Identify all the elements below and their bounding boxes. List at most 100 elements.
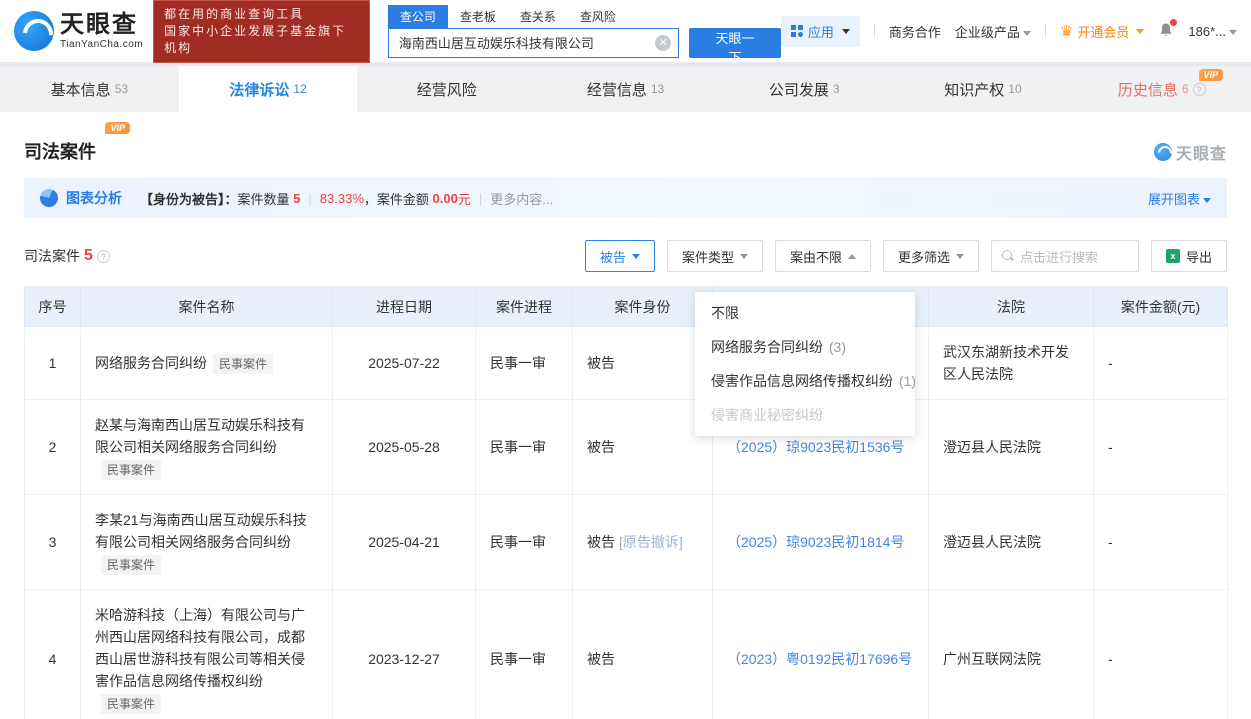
business-coop-link[interactable]: 商务合作 bbox=[889, 22, 941, 41]
filter-button-0[interactable]: 被告 bbox=[584, 240, 655, 272]
dropdown-item-0[interactable]: 不限 bbox=[695, 296, 915, 330]
chart-analysis-link[interactable]: 图表分析 bbox=[66, 188, 122, 208]
enterprise-products-link[interactable]: 企业级产品 bbox=[955, 22, 1031, 41]
divider bbox=[1044, 24, 1046, 38]
case-type-tag: 民事案件 bbox=[213, 354, 274, 374]
dropdown-item-label: 不限 bbox=[711, 305, 739, 321]
cell-case-progress: 民事一审 bbox=[475, 589, 573, 719]
chevron-down-icon bbox=[1203, 197, 1211, 203]
chevron-down-icon bbox=[1022, 30, 1031, 36]
export-button[interactable]: x 导出 bbox=[1150, 240, 1227, 272]
top-header: 天眼查 TianYanCha.com 都在用的商业查询工具 国家中小企业发展子基… bbox=[0, 0, 1251, 65]
search-tab-3[interactable]: 查风险 bbox=[568, 5, 628, 28]
search-button[interactable]: 天眼一下 bbox=[689, 27, 781, 65]
amount-label: 案件金额 bbox=[376, 191, 429, 207]
dropdown-item-1[interactable]: 网络服务合同纠纷 (3) bbox=[695, 330, 915, 364]
cell-role: 被告 bbox=[572, 326, 713, 400]
export-label: 导出 bbox=[1185, 249, 1212, 265]
filter-button-1[interactable]: 案件类型 bbox=[666, 240, 763, 272]
cell-case-number: （2025）琼9023民初1814号 bbox=[712, 494, 929, 590]
more-content-link[interactable]: 更多内容... bbox=[490, 189, 553, 208]
divider: | bbox=[478, 190, 483, 206]
cell-progress-date: 2025-04-21 bbox=[332, 494, 476, 590]
cell-case-name: 米哈游科技（上海）有限公司与广州西山居网络科技有限公司，成都西山居世游科技有限公… bbox=[80, 589, 333, 719]
excel-icon: x bbox=[1165, 249, 1180, 263]
chevron-down-icon bbox=[1136, 28, 1145, 34]
cases-table: 序号 案件名称 进程日期 案件进程 案件身份 法院 案件金额(元) 1 网络服务合同纠纷 民事案… bbox=[24, 286, 1228, 719]
cell-case-name: 赵某与海南西山居互动娱乐科技有限公司相关网络服务合同纠纷民事案件 bbox=[80, 399, 333, 495]
role-text: 被告 bbox=[587, 439, 615, 455]
nav-tab-4[interactable]: 公司发展 3 bbox=[715, 66, 894, 112]
amount-unit: 元 bbox=[457, 191, 471, 207]
nav-tab-count: 6 bbox=[1181, 82, 1189, 96]
promo-line2: 国家中小企业发展子基金旗下机构 bbox=[164, 23, 347, 55]
search-tab-1[interactable]: 查老板 bbox=[448, 5, 508, 28]
cell-case-number: （2023）粤0192民初17696号 bbox=[712, 589, 929, 719]
role-text: 被告 bbox=[587, 651, 615, 667]
nav-tab-3[interactable]: 经营信息 13 bbox=[536, 66, 715, 112]
cell-index: 3 bbox=[24, 494, 81, 590]
filter-button-3[interactable]: 更多筛选 bbox=[882, 240, 979, 272]
filter-button-2[interactable]: 案由不限 bbox=[774, 240, 871, 272]
logo[interactable]: 天眼查 TianYanCha.com bbox=[14, 11, 143, 51]
dropdown-item-2[interactable]: 侵害作品信息网络传播权纠纷 (1) bbox=[695, 364, 916, 398]
page: 天眼查 TianYanCha.com 都在用的商业查询工具 国家中小企业发展子基… bbox=[0, 0, 1251, 719]
chevron-down-icon bbox=[841, 28, 850, 34]
search-placeholder: 点击进行搜索 bbox=[1019, 249, 1098, 265]
filter-button-label: 案由不限 bbox=[789, 249, 842, 265]
notification-bell-icon[interactable] bbox=[1158, 18, 1178, 41]
nav-tab-count: 3 bbox=[832, 82, 840, 96]
case-number-link[interactable]: （2025）琼9023民初1814号 bbox=[727, 534, 904, 550]
role-text: 被告 bbox=[587, 534, 615, 550]
cell-case-progress: 民事一审 bbox=[475, 326, 573, 400]
nav-tab-2[interactable]: 经营风险 bbox=[357, 66, 536, 112]
page-title: 司法案件 bbox=[24, 142, 96, 162]
cell-court: 武汉东湖新技术开发区人民法院 bbox=[928, 326, 1094, 400]
nav-tab-count: 53 bbox=[114, 82, 129, 96]
section-head: 司法案件 VIP 天眼查 bbox=[24, 112, 1227, 164]
search-input[interactable] bbox=[387, 27, 680, 58]
cell-case-progress: 民事一审 bbox=[475, 494, 573, 590]
clear-icon[interactable]: ✕ bbox=[655, 34, 672, 51]
column-header-0: 序号 bbox=[24, 286, 81, 327]
table-row: 2 赵某与海南西山居互动娱乐科技有限公司相关网络服务合同纠纷民事案件 2025-05… bbox=[24, 399, 1228, 495]
nav-tab-0[interactable]: 基本信息 53 bbox=[0, 66, 179, 112]
table-search-input[interactable]: 点击进行搜索 bbox=[990, 240, 1139, 272]
cell-index: 1 bbox=[24, 326, 81, 400]
apps-button[interactable]: 应用 bbox=[780, 15, 860, 47]
help-icon[interactable]: ? bbox=[96, 249, 110, 263]
notification-dot bbox=[1170, 18, 1178, 26]
expand-chart-link[interactable]: 展开图表 bbox=[1148, 189, 1211, 208]
filter-row: 司法案件 5 ? 被告 案件类型 案由不限 更多筛选 点击进行搜索 x 导出 bbox=[24, 240, 1227, 272]
nav-tab-count: 13 bbox=[650, 82, 665, 96]
cell-progress-date: 2025-05-28 bbox=[332, 399, 476, 495]
case-name-text: 李某21与海南西山居互动娱乐科技有限公司相关网络服务合同纠纷 bbox=[95, 512, 307, 550]
search-tab-2[interactable]: 查关系 bbox=[508, 5, 568, 28]
nav-tab-label: 经营风险 bbox=[416, 81, 477, 99]
user-phone-menu[interactable]: 186*... bbox=[1188, 24, 1237, 39]
case-name-text: 赵某与海南西山居互动娱乐科技有限公司相关网络服务合同纠纷 bbox=[95, 417, 305, 455]
cell-role: 被告 bbox=[572, 589, 713, 719]
cell-progress-date: 2025-07-22 bbox=[332, 326, 476, 400]
case-type-tag: 民事案件 bbox=[101, 555, 162, 575]
apps-grid-icon bbox=[790, 25, 803, 37]
nav-tab-5[interactable]: 知识产权 10 bbox=[894, 66, 1073, 112]
dropdown-item-3: 侵害商业秘密纠纷 bbox=[695, 398, 915, 432]
chevron-down-icon bbox=[739, 253, 748, 259]
dropdown-item-label: 侵害作品信息网络传播权纠纷 bbox=[711, 373, 893, 389]
search-tabs: 查公司 查老板 查关系 查风险 bbox=[387, 4, 781, 28]
column-header-2: 进程日期 bbox=[332, 286, 476, 327]
column-header-6: 法院 bbox=[928, 286, 1094, 327]
nav-tab-6[interactable]: VIP 历史信息 6? bbox=[1072, 66, 1251, 112]
cell-amount: - bbox=[1093, 589, 1228, 719]
cell-case-name: 李某21与海南西山居互动娱乐科技有限公司相关网络服务合同纠纷民事案件 bbox=[80, 494, 333, 590]
case-number-link[interactable]: （2023）粤0192民初17696号 bbox=[727, 651, 912, 667]
search-tab-0[interactable]: 查公司 bbox=[387, 4, 448, 28]
table-row: 4 米哈游科技（上海）有限公司与广州西山居网络科技有限公司，成都西山居世游科技有限… bbox=[24, 589, 1228, 719]
cell-index: 4 bbox=[24, 589, 81, 719]
filter-button-label: 更多筛选 bbox=[897, 249, 950, 265]
case-number-link[interactable]: （2025）琼9023民初1536号 bbox=[727, 439, 904, 455]
nav-tab-1[interactable]: 法律诉讼 12 bbox=[178, 66, 358, 112]
case-count-value: 5 bbox=[293, 190, 301, 206]
open-vip-link[interactable]: ♛ 开通会员 bbox=[1060, 22, 1145, 41]
